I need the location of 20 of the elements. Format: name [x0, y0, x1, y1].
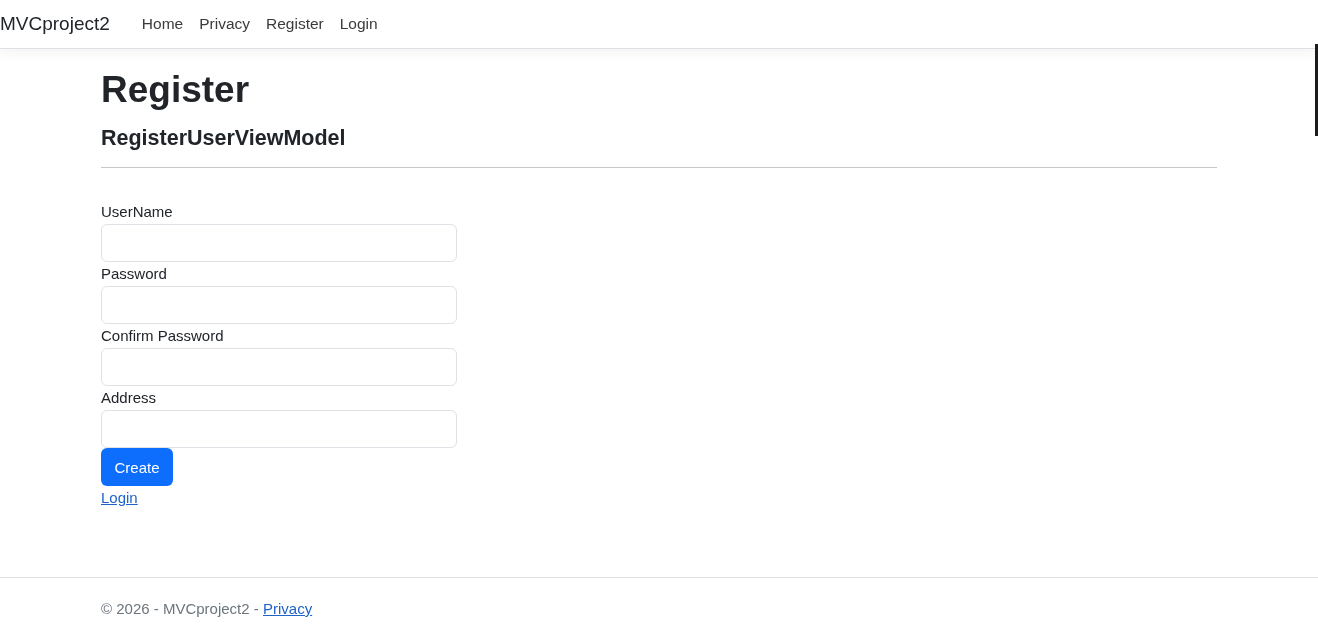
input-field[interactable] [101, 286, 457, 324]
brand-link[interactable]: MVCproject2 [0, 13, 110, 35]
create-button[interactable]: Create [101, 448, 173, 486]
field-label: Address [101, 388, 157, 408]
form-subtitle: RegisterUserViewModel [101, 125, 347, 152]
input-field[interactable] [101, 348, 457, 386]
input-field[interactable] [101, 410, 457, 448]
nav-link[interactable]: Register [258, 7, 332, 41]
nav-link[interactable]: Home [133, 7, 192, 41]
field-label: Confirm Password [101, 326, 224, 346]
field-label: Password [101, 264, 167, 284]
scrollbar-thumb[interactable] [1315, 44, 1318, 136]
nav-link[interactable]: Privacy [191, 7, 258, 41]
field-label: UserName [101, 202, 173, 222]
page-title: Register [101, 68, 251, 112]
footer-text: © 2026 - MVCproject2 - Privacy [101, 599, 313, 619]
nav-link[interactable]: Login [331, 7, 386, 41]
input-field[interactable] [101, 224, 457, 262]
privacy-link[interactable]: Privacy [262, 600, 313, 617]
login-link[interactable]: Login [101, 489, 138, 506]
